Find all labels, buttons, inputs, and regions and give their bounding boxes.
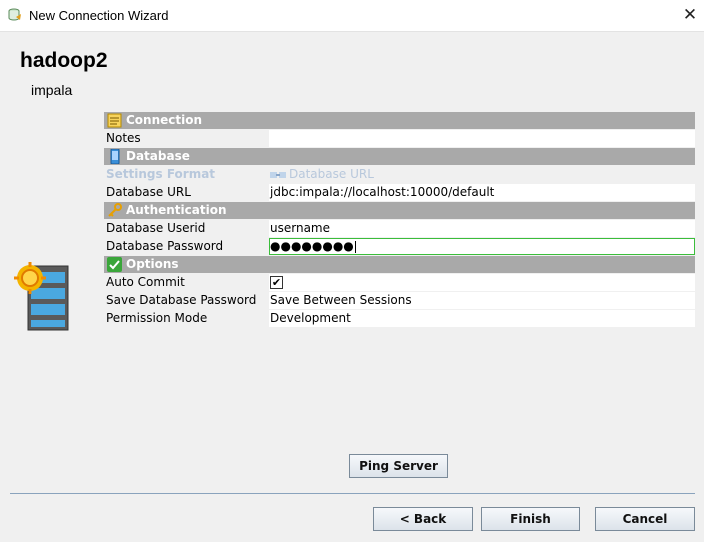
- database-url-row: Database URL jdbc:impala://localhost:100…: [104, 184, 695, 201]
- finish-button[interactable]: Finish: [481, 507, 580, 531]
- settings-format-value: Database URL: [289, 167, 374, 181]
- database-url-label: Database URL: [106, 185, 191, 199]
- section-connection: Connection: [104, 112, 695, 129]
- window-title: New Connection Wizard: [29, 8, 169, 23]
- database-userid-label: Database Userid: [106, 221, 206, 235]
- auto-commit-label: Auto Commit: [106, 275, 185, 289]
- database-url-field[interactable]: jdbc:impala://localhost:10000/default: [269, 184, 695, 201]
- section-options: Options: [104, 256, 695, 273]
- database-password-field[interactable]: ●●●●●●●●: [269, 238, 695, 255]
- cancel-button[interactable]: Cancel: [595, 507, 695, 531]
- notes-label: Notes: [106, 131, 141, 145]
- notes-row: Notes: [104, 130, 695, 147]
- back-button[interactable]: < Back: [373, 507, 473, 531]
- settings-format-label: Settings Format: [106, 167, 216, 181]
- ping-server-button[interactable]: Ping Server: [349, 454, 448, 478]
- save-password-label: Save Database Password: [106, 293, 257, 307]
- auto-commit-cell: ✔: [269, 274, 695, 291]
- title-bar: New Connection Wizard ✕: [0, 0, 704, 32]
- text-caret: [354, 240, 356, 253]
- permission-mode-select[interactable]: Development: [269, 310, 695, 327]
- note-icon: [107, 113, 122, 128]
- section-database: Database: [104, 148, 695, 165]
- checkmark-icon: [107, 257, 122, 272]
- database-password-label: Database Password: [106, 239, 224, 253]
- close-icon[interactable]: ✕: [680, 5, 700, 25]
- database-userid-field[interactable]: username: [269, 220, 695, 237]
- url-icon: [270, 171, 286, 178]
- section-authentication: Authentication: [104, 202, 695, 219]
- permission-mode-row: Permission Mode Development: [104, 310, 695, 327]
- section-label: Database: [126, 149, 190, 163]
- save-password-row: Save Database Password Save Between Sess…: [104, 292, 695, 309]
- divider: [10, 493, 695, 494]
- connection-type: impala: [31, 82, 73, 98]
- database-password-row: Database Password ●●●●●●●●: [104, 238, 695, 255]
- save-password-select[interactable]: Save Between Sessions: [269, 292, 695, 309]
- connection-properties: Connection Notes Database Settings Forma…: [104, 112, 695, 328]
- settings-format-field: Database URL: [269, 166, 695, 183]
- database-wizard-icon: [8, 8, 21, 21]
- password-mask: ●●●●●●●●: [270, 239, 354, 253]
- notes-field[interactable]: [269, 130, 695, 147]
- permission-mode-label: Permission Mode: [106, 311, 208, 325]
- section-label: Options: [126, 257, 179, 271]
- section-label: Authentication: [126, 203, 227, 217]
- auto-commit-row: Auto Commit ✔: [104, 274, 695, 291]
- connection-name: hadoop2: [20, 49, 108, 72]
- database-userid-row: Database Userid username: [104, 220, 695, 237]
- phone-device-icon: [110, 149, 120, 164]
- settings-format-row: Settings Format Database URL: [104, 166, 695, 183]
- database-server-icon: [14, 262, 69, 331]
- section-label: Connection: [126, 113, 203, 127]
- key-icon: [108, 203, 122, 217]
- auto-commit-checkbox[interactable]: ✔: [270, 276, 283, 289]
